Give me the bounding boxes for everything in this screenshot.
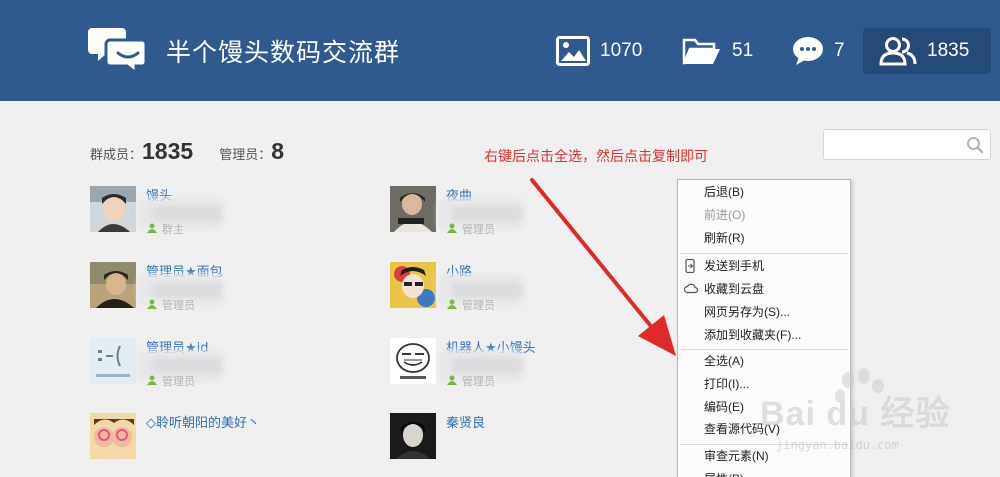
member-role: 管理员 — [162, 299, 195, 312]
folder-icon — [682, 38, 720, 65]
group-header: 半个馒头数码交流群 1070 51 7 1835 — [0, 0, 1000, 101]
member-summary: 群成员： 1835 管理员： 8 — [90, 138, 284, 165]
member-role: 管理员 — [162, 375, 195, 388]
menu-item-add-favorite[interactable]: 添加到收藏夹(F)... — [678, 324, 850, 346]
member-search — [823, 129, 991, 160]
member-item[interactable]: 夜曲 管理员 — [390, 186, 640, 236]
menu-item-forward[interactable]: 前进(O) — [678, 204, 850, 226]
admin-count-label: 管理员： — [219, 148, 272, 163]
avatar[interactable] — [390, 338, 436, 384]
avatar[interactable] — [90, 262, 136, 308]
menu-item-send-to-phone[interactable]: 发送到手机 — [678, 255, 850, 277]
member-role: 管理员 — [462, 223, 495, 236]
watermark-brand: Bai du 经验 — [760, 395, 951, 433]
member-item[interactable]: 小路 管理员 — [390, 262, 640, 312]
users-icon — [879, 37, 917, 66]
group-title: 半个馒头数码交流群 — [166, 38, 401, 67]
watermark-url: jingyan.baidu.com — [776, 438, 899, 452]
user-role-icon — [447, 299, 457, 309]
user-role-icon — [147, 375, 157, 385]
user-role-icon — [147, 223, 157, 233]
search-icon[interactable] — [966, 136, 984, 154]
avatar[interactable] — [390, 413, 436, 459]
member-item[interactable]: ◇聆听朝阳的美好丶 — [90, 413, 340, 463]
menu-item-back[interactable]: 后退(B) — [678, 181, 850, 203]
baidu-watermark: Bai du 经验 jingyan.baidu.com — [760, 368, 995, 472]
member-name[interactable]: ◇聆听朝阳的美好丶 — [146, 412, 260, 431]
menu-item-save-to-cloud[interactable]: 收藏到云盘 — [678, 278, 850, 300]
chat-bubbles-logo-icon — [88, 28, 148, 74]
photos-count: 1070 — [600, 40, 643, 61]
instruction-annotation: 右键后点击全选，然后点击复制即可 — [484, 149, 708, 165]
menu-item-select-all[interactable]: 全选(A) — [678, 350, 850, 372]
blurred-info — [452, 206, 522, 222]
avatar[interactable] — [90, 338, 136, 384]
files-stat-button[interactable]: 51 — [682, 28, 753, 74]
menu-divider — [680, 253, 848, 254]
avatar[interactable] — [90, 186, 136, 232]
avatar[interactable] — [390, 262, 436, 308]
blurred-info — [152, 282, 222, 298]
member-count-label: 群成员： — [90, 148, 143, 163]
member-item[interactable]: 管理员★id 管理员 — [90, 338, 340, 388]
image-icon — [556, 36, 590, 66]
member-item[interactable]: 秦贤良 — [390, 413, 640, 463]
user-role-icon — [147, 299, 157, 309]
chat-stat-button[interactable]: 7 — [792, 28, 845, 74]
blurred-info — [452, 282, 522, 298]
members-count: 1835 — [927, 40, 970, 61]
avatar[interactable] — [90, 413, 136, 459]
blurred-info — [152, 206, 222, 222]
member-role: 群主 — [162, 223, 184, 236]
chat-count: 7 — [834, 40, 845, 61]
user-role-icon — [447, 375, 457, 385]
member-item[interactable]: 机器人★小馒头 管理员 — [390, 338, 640, 388]
photos-stat-button[interactable]: 1070 — [556, 28, 642, 74]
member-count-value: 1835 — [142, 138, 194, 164]
blurred-info — [152, 358, 222, 374]
admin-count-value: 8 — [271, 138, 284, 164]
user-role-icon — [447, 223, 457, 233]
menu-item-save-as[interactable]: 网页另存为(S)... — [678, 301, 850, 323]
chat-bubble-icon — [793, 37, 823, 65]
member-item[interactable]: 馒头 群主 — [90, 186, 340, 236]
menu-item-refresh[interactable]: 刷新(R) — [678, 227, 850, 249]
avatar[interactable] — [390, 186, 436, 232]
member-role: 管理员 — [462, 375, 495, 388]
blurred-info — [452, 358, 522, 374]
member-name[interactable]: 秦贤良 — [446, 412, 485, 431]
members-stat-button[interactable]: 1835 — [863, 28, 991, 74]
member-item[interactable]: 管理员★面包 管理员 — [90, 262, 340, 312]
files-count: 51 — [732, 40, 754, 61]
search-input[interactable] — [824, 130, 959, 159]
member-role: 管理员 — [462, 299, 495, 312]
